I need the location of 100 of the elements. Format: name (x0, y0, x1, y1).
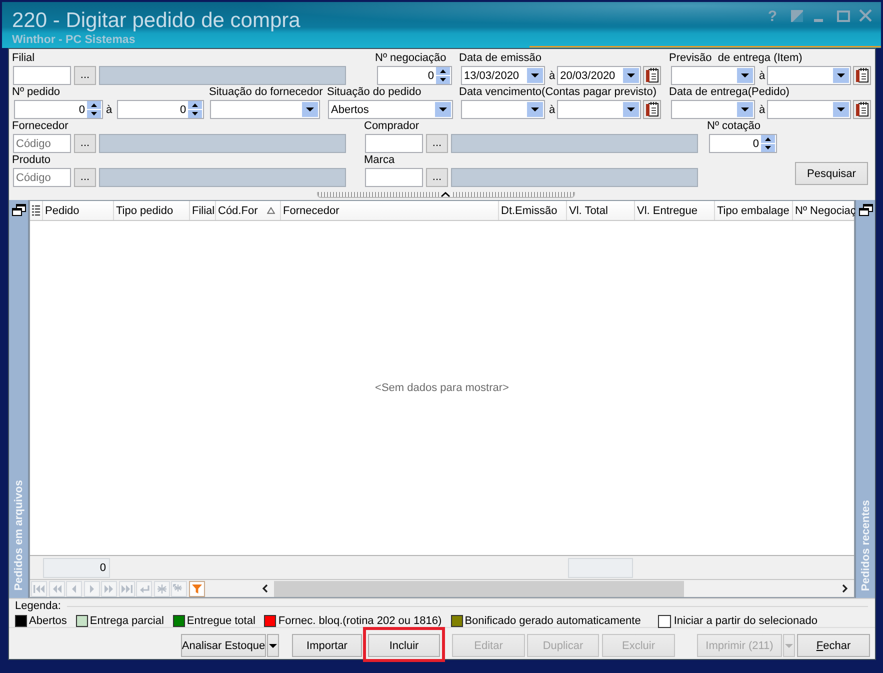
splitter-grip[interactable] (316, 192, 574, 198)
legend-label: Entregue total (186, 615, 256, 627)
code-field[interactable]: Código (13, 134, 71, 153)
dropdown-button[interactable] (435, 102, 451, 117)
range-separator: à (759, 104, 766, 116)
calendar-icon[interactable] (643, 66, 662, 85)
asterisk-icon (156, 584, 168, 594)
action-button[interactable]: Importar (292, 634, 362, 657)
dropdown-button[interactable] (623, 68, 640, 83)
caret-down-icon (785, 644, 793, 648)
range-separator: à (549, 104, 556, 116)
restore-window-icon[interactable] (858, 203, 874, 217)
lookup-button[interactable]: ... (426, 134, 448, 153)
spin-up-button[interactable] (87, 101, 101, 109)
skip-end-icon (120, 584, 132, 594)
calendar-icon[interactable] (853, 66, 872, 85)
checkbox-label[interactable]: Iniciar a partir do selecionado (674, 615, 818, 627)
caret-down-icon (627, 74, 636, 78)
filter-button[interactable] (188, 580, 204, 596)
dropdown-button[interactable] (833, 68, 850, 83)
column-header[interactable]: Tipo pedido (114, 201, 190, 220)
column-header[interactable]: Tipo embalage (715, 201, 793, 220)
dropdown-button[interactable] (623, 102, 640, 117)
column-header[interactable]: Fornecedor (281, 201, 499, 220)
column-header[interactable]: Dt.Emissão (499, 201, 567, 220)
number-field[interactable]: 0 (709, 134, 777, 153)
field-label: Data de emissão (459, 52, 543, 65)
field-label: Filial (12, 52, 36, 65)
date-field[interactable] (767, 66, 852, 85)
calendar-icon[interactable] (853, 100, 872, 119)
action-button[interactable]: Incluir (368, 634, 440, 657)
date-field[interactable] (671, 66, 755, 85)
code-field[interactable] (365, 134, 423, 153)
column-header[interactable]: Nº Negociaç (793, 201, 856, 220)
spin-down-button[interactable] (436, 76, 450, 84)
dropdown-field[interactable]: Abertos (328, 100, 453, 119)
column-header[interactable]: Vl. Entregue (635, 201, 715, 220)
dropdown-button[interactable] (833, 102, 850, 117)
lookup-button[interactable]: ... (74, 66, 96, 85)
dropdown-button[interactable] (302, 102, 318, 117)
field-label: Nº cotação (707, 120, 762, 133)
caret-down-icon (439, 108, 447, 112)
date-field[interactable] (557, 100, 642, 119)
caret-up-icon (440, 192, 451, 197)
spin-down-button[interactable] (761, 144, 775, 152)
dropdown-button[interactable] (737, 68, 753, 83)
date-field[interactable] (671, 100, 755, 119)
skip-start-icon (33, 584, 45, 594)
code-field[interactable]: Código (13, 168, 71, 187)
arrow-up-icon (765, 138, 771, 141)
range-separator: à (549, 70, 556, 82)
dropdown-button[interactable] (527, 102, 543, 117)
date-field[interactable] (461, 100, 545, 119)
checkbox[interactable] (658, 614, 671, 628)
field-label: Situação do pedido (327, 86, 422, 99)
dropdown-field[interactable] (210, 100, 320, 119)
chevron-left-icon[interactable] (262, 584, 268, 593)
calendar-icon[interactable] (643, 100, 662, 119)
date-field[interactable] (767, 100, 852, 119)
arrow-up-icon (440, 70, 446, 73)
search-button[interactable]: Pesquisar (795, 162, 868, 185)
spin-down-button[interactable] (188, 110, 202, 118)
field-label: Previsão de entrega (Item) (669, 52, 804, 65)
spin-up-button[interactable] (188, 101, 202, 109)
chevron-right-icon[interactable] (842, 584, 848, 593)
scrollbar-thumb[interactable] (274, 580, 684, 596)
spin-up-button[interactable] (436, 67, 450, 75)
spin-up-button[interactable] (761, 135, 775, 143)
window-title: 220 - Digitar pedido de compra (12, 9, 300, 33)
lookup-button[interactable]: ... (426, 168, 448, 187)
sort-up-icon (267, 207, 275, 214)
summary-cell: 0 (43, 558, 110, 578)
range-separator: à (106, 104, 112, 116)
arrow-down-icon (765, 146, 771, 150)
lookup-button[interactable]: ... (74, 134, 96, 153)
column-header[interactable]: Vl. Total (567, 201, 635, 220)
column-header[interactable]: Cód.For (216, 201, 281, 220)
date-field[interactable]: 20/03/2020 (557, 66, 642, 85)
number-field[interactable]: 0 (117, 100, 204, 119)
lookup-button[interactable]: ... (74, 168, 96, 187)
spin-down-button[interactable] (87, 110, 101, 118)
caret-down-icon (306, 108, 314, 112)
field-label: Fornecedor (12, 120, 70, 133)
number-field[interactable]: 0 (377, 66, 452, 85)
dropdown-button[interactable] (267, 634, 279, 657)
column-header[interactable]: Pedido (43, 201, 114, 220)
action-button[interactable]: Fechar (797, 634, 870, 657)
code-field[interactable] (365, 168, 423, 187)
column-chooser-icon[interactable] (32, 205, 40, 216)
date-field[interactable]: 13/03/2020 (461, 66, 545, 85)
restore-window-icon[interactable] (10, 203, 26, 217)
arrow-up-icon (192, 104, 198, 107)
dropdown-button[interactable] (527, 68, 543, 83)
column-header[interactable]: Filial (190, 201, 216, 220)
dropdown-button[interactable] (737, 102, 753, 117)
number-field[interactable]: 0 (14, 100, 103, 119)
code-field[interactable] (13, 66, 71, 85)
arrow-down-icon (440, 78, 446, 82)
action-button[interactable]: Analisar Estoque (181, 634, 266, 657)
empty-message: <Sem dados para mostrar> (375, 382, 509, 394)
